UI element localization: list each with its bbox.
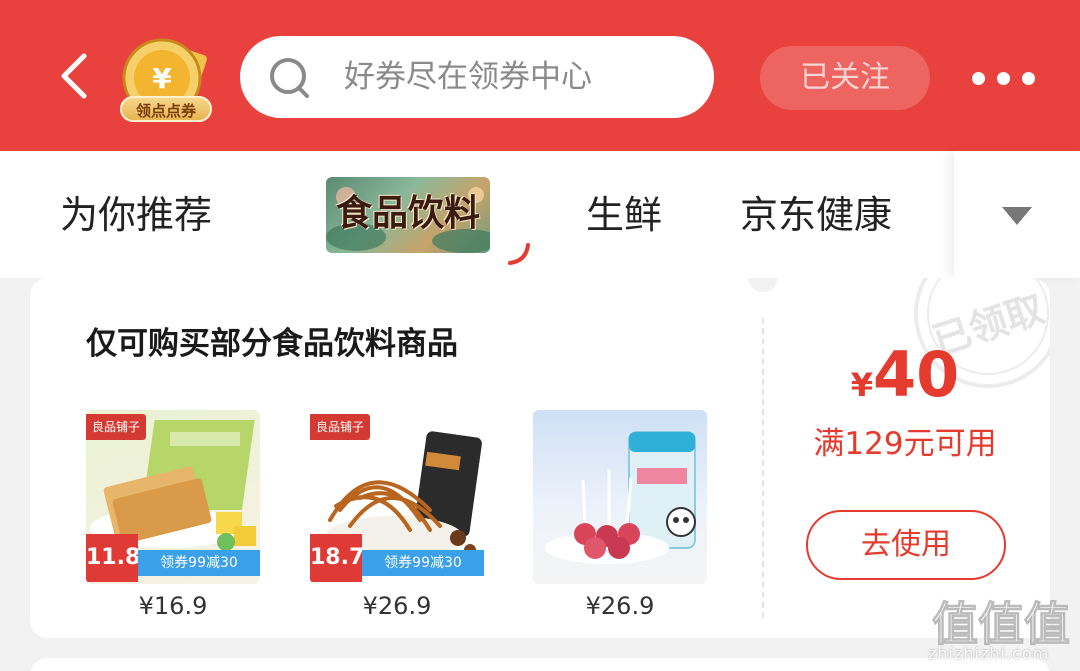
search-icon	[270, 58, 309, 98]
deal-price-tag: 18.7	[310, 534, 364, 582]
watermark-site: zhizhizhi.com	[928, 644, 1050, 663]
tab-active-indicator-icon	[508, 243, 530, 265]
promo-tag: 领券99减30	[362, 550, 484, 576]
expand-tabs-button[interactable]	[954, 151, 1080, 278]
coupon-center-label[interactable]: 领点点券	[120, 96, 212, 122]
category-tabs: 为你推荐 食品饮料 生鲜 京东健康	[0, 151, 1080, 278]
more-options-button[interactable]	[972, 56, 1036, 100]
product-price: ¥26.9	[585, 592, 655, 620]
back-button[interactable]	[48, 48, 104, 104]
product-item[interactable]: ¥26.9	[533, 410, 707, 620]
currency-symbol: ¥	[850, 366, 873, 404]
promo-tag: 领券99减30	[138, 550, 260, 576]
top-bar: ¥ 领点点券 已关注	[0, 0, 1080, 151]
tab-recommend[interactable]: 为你推荐	[60, 187, 212, 243]
use-coupon-button[interactable]: 去使用	[806, 510, 1006, 580]
product-image[interactable]: 良品铺子 18.7 领券99减30	[310, 410, 484, 584]
product-image[interactable]	[533, 410, 707, 584]
coupon-card: 仅可购买部分食品饮料商品 良品铺子 11.8 领券99减30 ¥16.9 良品铺…	[30, 278, 1050, 638]
product-item[interactable]: 良品铺子 18.7 领券99减30 ¥26.9	[310, 410, 484, 620]
product-image[interactable]: 良品铺子 11.8 领券99减30	[86, 410, 260, 584]
card-notch	[748, 278, 778, 292]
coupon-value: 40	[872, 338, 960, 411]
coupon-condition: 满129元可用	[813, 426, 997, 462]
search-bar[interactable]	[240, 36, 714, 118]
coupon-amount: ¥40	[760, 338, 1050, 411]
coupon-scope-title: 仅可购买部分食品饮料商品	[86, 326, 458, 362]
more-dot-icon	[972, 72, 985, 85]
product-item[interactable]: 良品铺子 11.8 领券99减30 ¥16.9	[86, 410, 260, 620]
brand-tag: 良品铺子	[310, 414, 371, 440]
next-coupon-card	[30, 658, 1050, 671]
tab-food-drinks[interactable]: 食品饮料	[326, 177, 490, 253]
search-input[interactable]	[344, 36, 694, 118]
follow-button[interactable]: 已关注	[760, 46, 930, 110]
more-dot-icon	[1022, 72, 1035, 85]
watermark-logo-text: 值值值	[932, 597, 1070, 651]
product-price: ¥26.9	[362, 592, 432, 620]
tab-food-drinks-label: 食品饮料	[335, 193, 480, 234]
chevron-left-icon	[61, 53, 87, 99]
deal-price-tag: 11.8	[86, 534, 140, 582]
product-price: ¥16.9	[138, 592, 208, 620]
tab-fresh[interactable]: 生鲜	[586, 187, 662, 243]
tab-jd-health[interactable]: 京东健康	[740, 187, 892, 243]
coin-symbol: ¥	[152, 62, 172, 95]
more-dot-icon	[997, 72, 1010, 85]
triangle-down-icon	[1002, 207, 1032, 225]
brand-tag: 良品铺子	[86, 414, 147, 440]
lollipop-illustration	[545, 431, 696, 564]
